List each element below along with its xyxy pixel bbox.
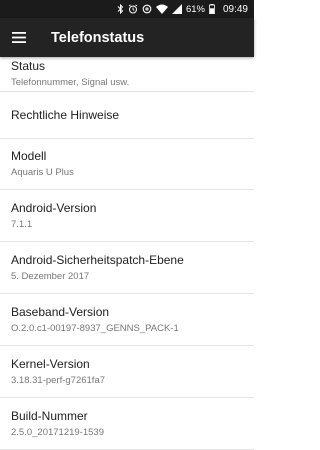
list-item-status[interactable]: Status Telefonnummer, Signal usw.	[0, 57, 254, 92]
item-subtitle: 5. Dezember 2017	[11, 270, 90, 282]
item-title: Modell	[11, 149, 47, 163]
list-item-model[interactable]: Modell Aquaris U Plus	[0, 139, 254, 190]
item-subtitle: O.2.0.c1-00197-8937_GENNS_PACK-1	[11, 322, 179, 334]
list-item-legal[interactable]: Rechtliche Hinweise	[0, 92, 254, 139]
battery-percentage: 61%	[185, 3, 205, 15]
item-title: Android-Sicherheitspatch-Ebene	[11, 252, 184, 267]
item-subtitle: Telefonnummer, Signal usw.	[11, 77, 130, 88]
data-saver-icon	[142, 4, 152, 14]
settings-list: Status Telefonnummer, Signal usw. Rechtl…	[0, 57, 254, 450]
wifi-icon	[155, 4, 168, 14]
item-title: Baseband-Version	[11, 304, 110, 319]
alarm-icon	[128, 4, 138, 14]
list-item-kernel[interactable]: Kernel-Version 3.18.31-perf-g7261fa7	[0, 346, 254, 398]
item-title: Android-Version	[11, 200, 97, 215]
list-item-baseband[interactable]: Baseband-Version O.2.0.c1-00197-8937_GEN…	[0, 294, 254, 346]
item-title: Kernel-Version	[11, 356, 90, 371]
menu-icon[interactable]	[0, 18, 38, 57]
item-title: Build-Nummer	[11, 408, 88, 423]
item-subtitle: 2.5.0_20171219-1539	[11, 426, 104, 438]
status-bar: 61% 09:49	[0, 0, 254, 18]
page-title: Telefonstatus	[51, 29, 145, 46]
clock: 09:49	[222, 3, 248, 15]
item-title: Rechtliche Hinweise	[11, 107, 120, 122]
bluetooth-icon	[117, 4, 124, 14]
list-item-android-version[interactable]: Android-Version 7.1.1	[0, 190, 254, 242]
item-subtitle: 3.18.31-perf-g7261fa7	[11, 374, 106, 386]
list-item-build-number[interactable]: Build-Nummer 2.5.0_20171219-1539	[0, 398, 254, 450]
battery-icon	[209, 4, 215, 14]
list-item-security-patch[interactable]: Android-Sicherheitspatch-Ebene 5. Dezemb…	[0, 242, 254, 294]
item-subtitle: Aquaris U Plus	[11, 167, 74, 178]
item-subtitle: 7.1.1	[11, 218, 33, 230]
item-title: Status	[11, 59, 46, 73]
signal-icon	[171, 4, 182, 14]
app-bar: Telefonstatus	[0, 18, 254, 57]
